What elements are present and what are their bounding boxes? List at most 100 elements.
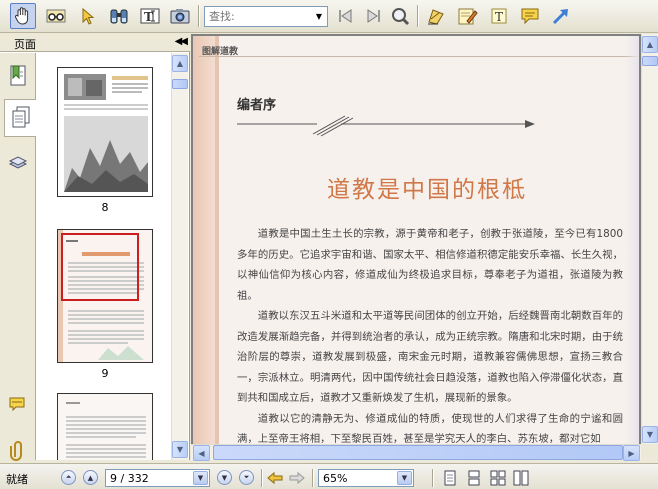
zoom-dropdown-icon[interactable]: ▼ [397, 471, 412, 485]
snapshot-button[interactable] [167, 3, 193, 29]
thumbnail-scroll-thumb[interactable] [172, 79, 188, 89]
paperclip-icon [10, 441, 22, 461]
select-tool-button[interactable] [75, 3, 101, 29]
document-vertical-scrollbar[interactable]: ▲ ▼ [641, 34, 658, 444]
zoom-level: 65% [323, 472, 348, 485]
collapse-panel-icon[interactable]: ◀◀ [175, 36, 188, 47]
comment-list-icon [9, 397, 25, 412]
highlighter-icon [428, 9, 444, 25]
find-next-icon [367, 9, 380, 23]
go-back-button[interactable] [265, 469, 285, 487]
pages-icon [12, 106, 29, 128]
thumbnail-label-8: 8 [101, 201, 109, 214]
document-scroll-right-button[interactable]: ▶ [623, 445, 640, 461]
layers-tab[interactable] [4, 145, 32, 183]
magnifier-icon [392, 8, 410, 26]
search-dropdown-icon[interactable]: ▼ [312, 8, 326, 25]
svg-text:T: T [144, 10, 153, 24]
reading-glasses-button[interactable] [43, 3, 69, 29]
thumbnail-page-8[interactable] [57, 67, 153, 197]
glasses-icon [46, 9, 66, 23]
continuous-layout-button[interactable] [464, 469, 484, 487]
note-edit-button[interactable] [454, 3, 480, 29]
pages-tab[interactable] [4, 99, 36, 137]
search-box[interactable]: ▼ [204, 6, 328, 27]
comment-bubble-icon [521, 8, 539, 25]
section-title: 编者序 [237, 98, 277, 113]
next-page-button[interactable]: ▼ [217, 470, 232, 485]
facing-layout-button[interactable] [488, 469, 508, 487]
paragraph: 道教是中国土生土长的宗教，源于黄帝和老子，创教于张道陵，至今已有1800多年的历… [237, 228, 623, 302]
highlight-tool-button[interactable] [423, 3, 449, 29]
text-select-button[interactable]: T [137, 3, 163, 29]
comments-tab[interactable] [4, 387, 32, 425]
pages-panel-title: 页面 [14, 38, 36, 51]
first-page-icon: ⏶ [65, 473, 72, 481]
find-previous-button[interactable] [333, 3, 359, 29]
thumbnail-page-9[interactable] [57, 229, 153, 363]
bookmarks-tab[interactable] [4, 57, 32, 95]
document-page: 图解道教 编者序 道教是中国的根柢 道教是中国土生土长的宗教，源于黄帝和老子，创… [193, 36, 639, 444]
zoom-select[interactable]: 65% ▼ [318, 469, 414, 487]
previous-page-button[interactable]: ▲ [83, 470, 98, 485]
document-horizontal-scrollbar[interactable]: ◀ ▶ [191, 444, 641, 461]
comment-button[interactable] [517, 3, 543, 29]
first-page-button[interactable]: ⏶ [61, 470, 76, 485]
page-number-field[interactable]: 9 / 332 ▼ [105, 469, 210, 487]
toolbar-separator [417, 5, 419, 27]
pages-panel: 页面 ◀◀ 8 9 ▲ ▼ [0, 34, 190, 461]
diagonal-arrow-icon [552, 9, 568, 25]
document-view[interactable]: 图解道教 编者序 道教是中国的根柢 道教是中国土生土长的宗教，源于黄帝和老子，创… [191, 34, 658, 460]
document-scroll-left-button[interactable]: ◀ [193, 445, 210, 461]
find-next-button[interactable] [360, 3, 386, 29]
page-8-preview [58, 68, 152, 196]
paragraph: 道教以它的清静无为、修道成仙的特质，使现世的人们求得了生命的宁谧和圆满，上至帝王… [237, 412, 623, 445]
page-indicator: 9 / 332 [110, 472, 149, 485]
document-scroll-up-button[interactable]: ▲ [642, 36, 658, 53]
pages-panel-header: 页面 ◀◀ [0, 34, 190, 52]
text-select-icon: T [140, 8, 160, 24]
document-hscroll-thumb[interactable] [213, 445, 623, 460]
paragraph: 道教以东汉五斗米道和太平道等民间团体的创立开始，后经魏晋南北朝数百年的改造发展渐… [237, 310, 623, 404]
text-box-icon: T [491, 8, 507, 24]
two-page-layout-button[interactable] [511, 469, 531, 487]
go-forward-button[interactable] [287, 469, 307, 487]
camera-icon [170, 9, 190, 24]
single-page-layout-button[interactable] [440, 469, 460, 487]
document-scroll-down-button[interactable]: ▼ [642, 426, 658, 443]
forward-arrow-icon [289, 471, 305, 485]
arrow-cursor-icon [82, 7, 95, 25]
textbox-button[interactable]: T [486, 3, 512, 29]
status-bar: 就绪 ⏶ ▲ 9 / 332 ▼ ▼ ⏷ 65% ▼ [0, 463, 658, 489]
two-page-icon [513, 470, 529, 486]
statusbar-separator [312, 469, 314, 487]
facing-pages-icon [490, 470, 506, 486]
body-text: 道教是中国土生土长的宗教，源于黄帝和老子，创教于张道陵，至今已有1800多年的历… [237, 224, 623, 444]
find-previous-icon [339, 9, 352, 23]
single-page-icon [444, 470, 456, 486]
find-binoculars-button[interactable] [106, 3, 132, 29]
thumbnail-scroll-down-button[interactable]: ▼ [172, 441, 188, 458]
status-text: 就绪 [6, 473, 28, 486]
scrollbar-corner [641, 444, 658, 460]
search-input[interactable] [205, 7, 309, 26]
thumbnail-scrollbar[interactable]: ▲ ▼ [171, 53, 188, 460]
main-title: 道教是中国的根柢 [327, 177, 527, 203]
document-scroll-thumb[interactable] [642, 56, 658, 66]
thumbnail-scroll-up-button[interactable]: ▲ [172, 55, 188, 72]
thumbnail-page-10[interactable] [57, 393, 153, 460]
hand-icon [14, 7, 29, 25]
pencil-note-icon [458, 8, 478, 25]
svg-text:T: T [495, 10, 503, 24]
hand-tool-button[interactable] [10, 3, 36, 29]
last-page-button[interactable]: ⏷ [239, 470, 254, 485]
page-dropdown-icon[interactable]: ▼ [193, 471, 208, 485]
page-10-preview [58, 394, 152, 460]
thumbnail-label-9: 9 [101, 367, 109, 380]
back-arrow-icon [267, 471, 283, 485]
toolbar-separator [198, 5, 200, 27]
advanced-search-button[interactable] [387, 3, 413, 29]
binoculars-icon [110, 9, 128, 24]
arrow-tool-button[interactable] [548, 3, 574, 29]
page-decor-edge [215, 36, 219, 444]
